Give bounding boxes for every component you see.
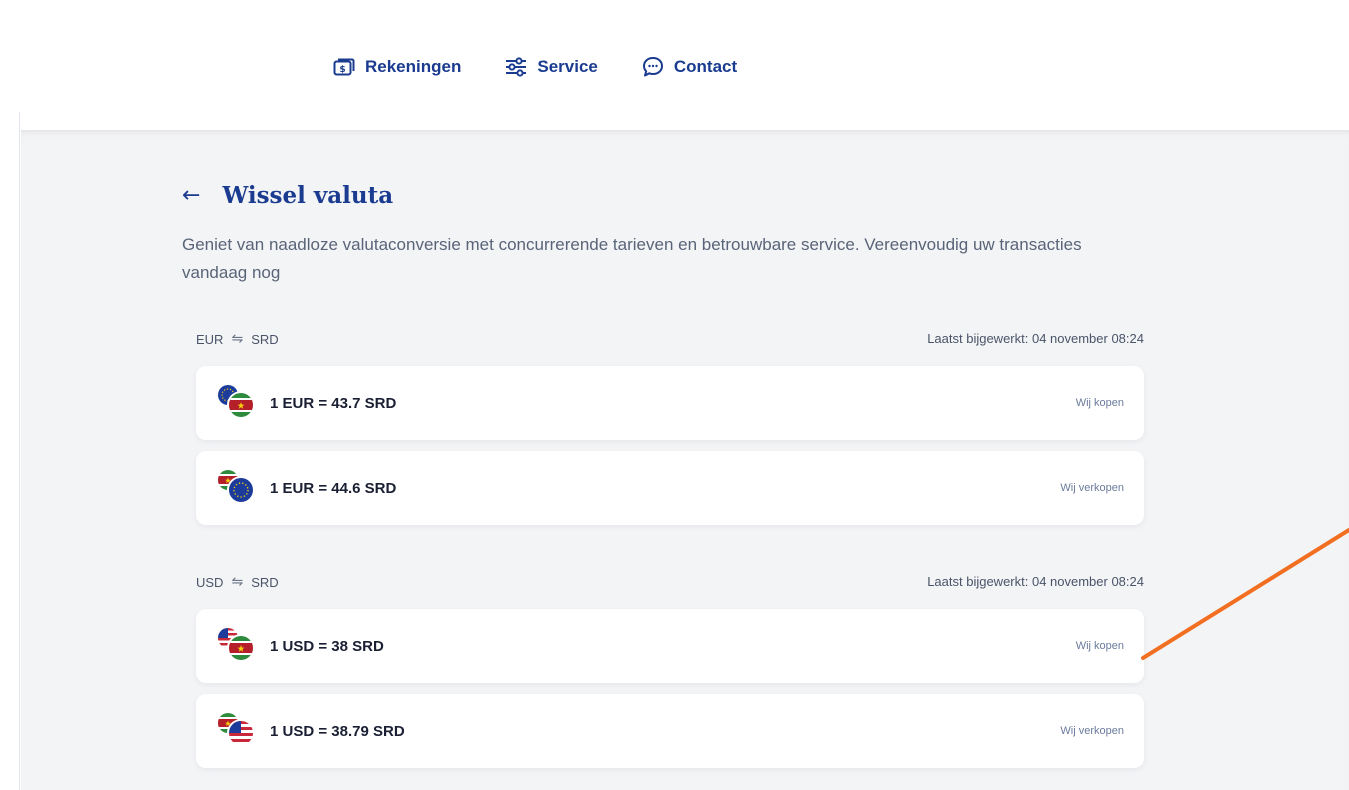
suriname-flag-icon <box>229 636 253 660</box>
rate-value: 1 EUR = 43.7 SRD <box>270 394 397 412</box>
currency-to: SRD <box>251 331 279 347</box>
page-title: Wissel valuta <box>222 182 394 209</box>
rate-value: 1 EUR = 44.6 SRD <box>270 479 397 497</box>
arrow-left-icon[interactable]: ← <box>182 184 200 207</box>
rate-card-sell[interactable]: 1 EUR = 44.6 SRD Wij verkopen <box>196 451 1144 525</box>
swap-arrows-icon: ⇋ <box>231 331 244 347</box>
us-flag-icon <box>229 721 253 745</box>
currency-pair: USD ⇋ SRD <box>196 574 279 590</box>
rate-value: 1 USD = 38.79 SRD <box>270 722 405 740</box>
nav-menu: $ Rekeningen Service Contact <box>333 56 781 78</box>
page-description: Geniet van naadloze valutaconversie met … <box>182 235 1082 282</box>
page-header: ← Wissel valuta <box>182 182 393 209</box>
rate-info: 1 USD = 38.79 SRD <box>218 709 405 753</box>
rate-action-label: Wij verkopen <box>1060 725 1124 737</box>
currency-pair-header: USD ⇋ SRD Laatst bijgewerkt: 04 november… <box>196 574 1144 590</box>
currency-to: SRD <box>251 574 279 590</box>
left-sidebar-edge <box>0 112 20 790</box>
suriname-flag-icon <box>229 393 253 417</box>
nav-label: Rekeningen <box>365 57 462 76</box>
rate-card-buy[interactable]: 1 USD = 38 SRD Wij kopen <box>196 609 1144 683</box>
bill-icon: $ <box>333 56 355 78</box>
sliders-icon <box>505 56 527 78</box>
swap-arrows-icon: ⇋ <box>231 574 244 590</box>
last-updated: Laatst bijgewerkt: 04 november 08:24 <box>927 331 1144 346</box>
chat-bubble-icon <box>642 56 664 78</box>
rate-info: 1 USD = 38 SRD <box>218 624 384 668</box>
currency-from: USD <box>196 574 224 590</box>
nav-label: Contact <box>673 57 738 76</box>
rate-card-sell[interactable]: 1 USD = 38.79 SRD Wij verkopen <box>196 694 1144 768</box>
nav-item-service[interactable]: Service <box>505 56 598 78</box>
currency-from: EUR <box>196 331 224 347</box>
nav-label: Service <box>537 57 598 76</box>
rate-action-label: Wij kopen <box>1075 397 1124 409</box>
flag-pair <box>218 381 266 425</box>
top-navigation: $ Rekeningen Service Contact <box>0 0 1349 130</box>
rate-value: 1 USD = 38 SRD <box>270 637 384 655</box>
svg-text:$: $ <box>339 65 345 75</box>
rate-action-label: Wij verkopen <box>1060 482 1124 494</box>
flag-pair <box>218 624 266 668</box>
nav-item-rekeningen[interactable]: $ Rekeningen <box>333 56 461 78</box>
rate-info: 1 EUR = 44.6 SRD <box>218 466 396 510</box>
last-updated: Laatst bijgewerkt: 04 november 08:24 <box>927 574 1144 589</box>
nav-item-contact[interactable]: Contact <box>642 56 737 78</box>
rate-info: 1 EUR = 43.7 SRD <box>218 381 396 425</box>
rate-action-label: Wij kopen <box>1075 640 1124 652</box>
rate-card-buy[interactable]: 1 EUR = 43.7 SRD Wij kopen <box>196 366 1144 440</box>
flag-pair <box>218 709 266 753</box>
flag-pair <box>218 466 266 510</box>
currency-pair-header: EUR ⇋ SRD Laatst bijgewerkt: 04 november… <box>196 331 1144 347</box>
currency-pair: EUR ⇋ SRD <box>196 331 279 347</box>
eu-flag-icon <box>229 478 253 502</box>
